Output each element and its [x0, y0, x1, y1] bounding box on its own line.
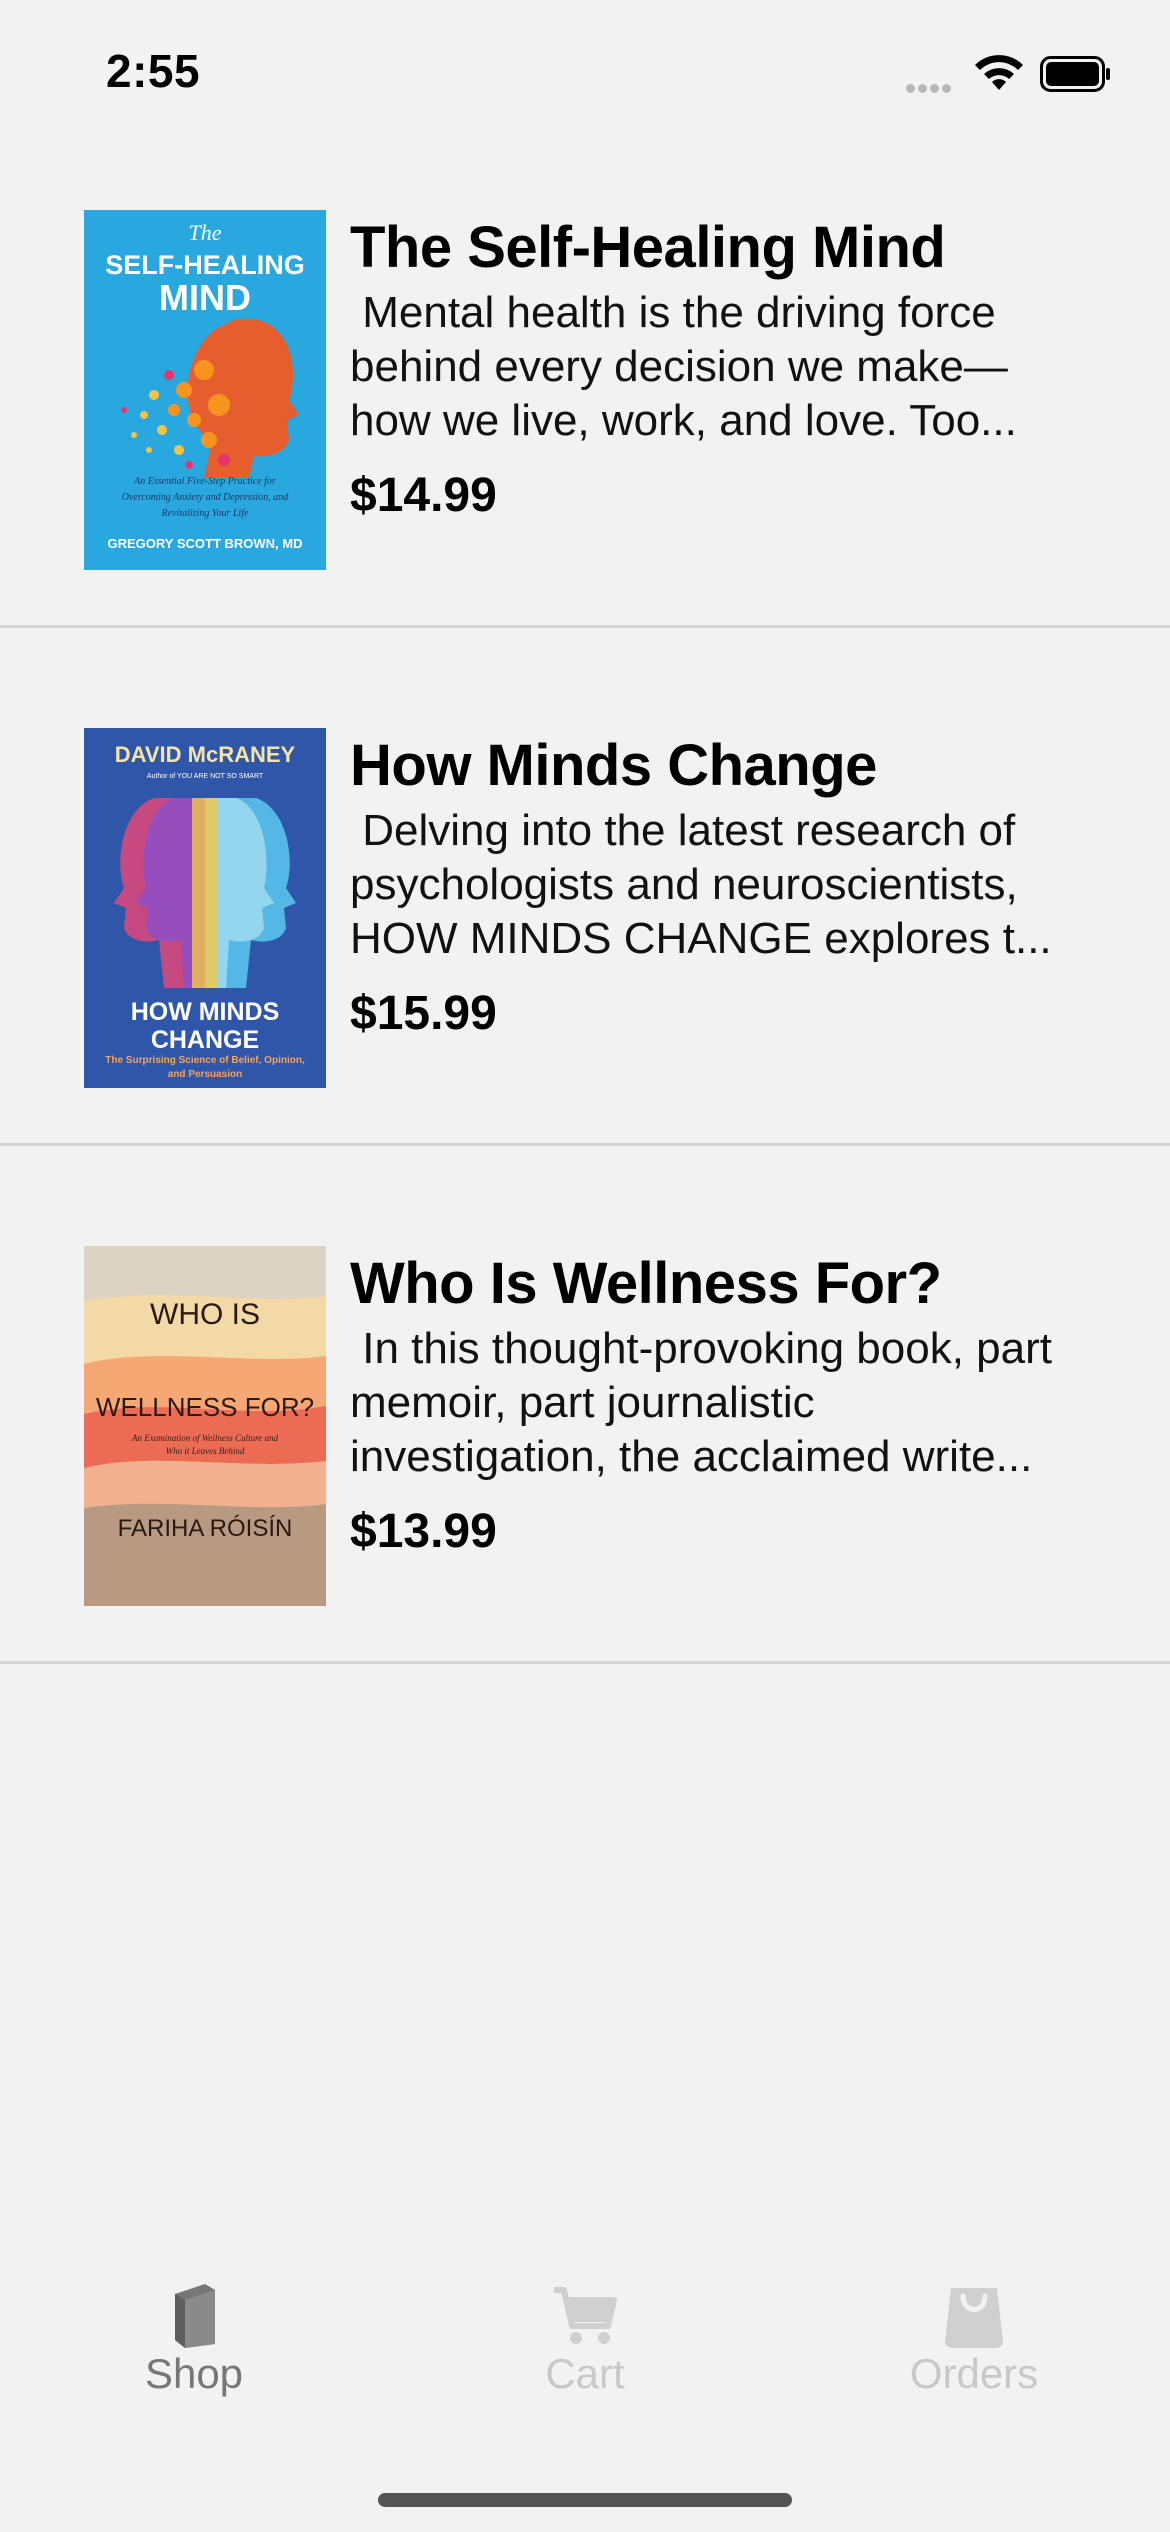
- book-price: $14.99: [350, 469, 497, 522]
- cellular-signal-icon: [906, 80, 954, 98]
- svg-text:GREGORY SCOTT BROWN, MD: GREGORY SCOTT BROWN, MD: [108, 536, 303, 551]
- svg-text:HOW MINDS: HOW MINDS: [131, 998, 280, 1026]
- svg-text:MIND: MIND: [159, 277, 251, 318]
- status-time: 2:55: [106, 45, 201, 97]
- svg-text:DAVID McRANEY: DAVID McRANEY: [115, 742, 296, 767]
- cover-line: The: [189, 220, 222, 245]
- book-cover-who-is-wellness-for: WHO IS WELLNESS FOR? An Examination of W…: [84, 1246, 326, 1606]
- wifi-icon: [975, 55, 1023, 90]
- bag-icon: [945, 2288, 1003, 2348]
- book-list: The SELF-HEALING MIND An Essential Five-…: [0, 110, 1170, 1664]
- book-row[interactable]: The SELF-HEALING MIND An Essential Five-…: [0, 110, 1170, 628]
- book-cover-how-minds-change: DAVID McRANEY Author of YOU ARE NOT SO S…: [84, 728, 326, 1088]
- book-row[interactable]: DAVID McRANEY Author of YOU ARE NOT SO S…: [0, 628, 1170, 1146]
- svg-text:WHO IS: WHO IS: [150, 1298, 260, 1331]
- battery-icon: [1040, 56, 1110, 92]
- tab-label: Cart: [545, 2350, 625, 2397]
- book-icon: [175, 2284, 215, 2348]
- book-title: The Self-Healing Mind: [350, 215, 946, 280]
- book-cover-self-healing-mind: The SELF-HEALING MIND An Essential Five-…: [84, 210, 326, 570]
- book-description: In this thought-provoking book, part mem…: [350, 1324, 1065, 1481]
- tab-shop[interactable]: Shop: [64, 2280, 324, 2398]
- tab-label: Orders: [909, 2350, 1039, 2397]
- tab-orders[interactable]: Orders: [844, 2280, 1104, 2398]
- book-title: How Minds Change: [350, 733, 877, 798]
- book-title: Who Is Wellness For?: [350, 1251, 942, 1316]
- cart-icon: [554, 2287, 617, 2344]
- svg-text:Author of YOU ARE NOT SO SMART: Author of YOU ARE NOT SO SMART: [147, 773, 264, 780]
- svg-text:SELF-HEALING: SELF-HEALING: [105, 250, 305, 280]
- book-price: $15.99: [350, 987, 497, 1040]
- tab-label: Shop: [144, 2350, 244, 2397]
- svg-text:FARIHA RÓISÍN: FARIHA RÓISÍN: [118, 1515, 293, 1542]
- book-row[interactable]: WHO IS WELLNESS FOR? An Examination of W…: [0, 1146, 1170, 1664]
- book-description: Mental health is the driving force behin…: [350, 288, 1017, 445]
- home-indicator[interactable]: [378, 2493, 792, 2507]
- svg-text:CHANGE: CHANGE: [151, 1026, 259, 1054]
- book-price: $13.99: [350, 1505, 497, 1558]
- tab-bar: Shop Cart Orders: [0, 2280, 1170, 2430]
- svg-text:WELLNESS FOR?: WELLNESS FOR?: [96, 1392, 314, 1422]
- tab-cart[interactable]: Cart: [455, 2280, 715, 2398]
- book-description: Delving into the latest research of psyc…: [350, 806, 1052, 963]
